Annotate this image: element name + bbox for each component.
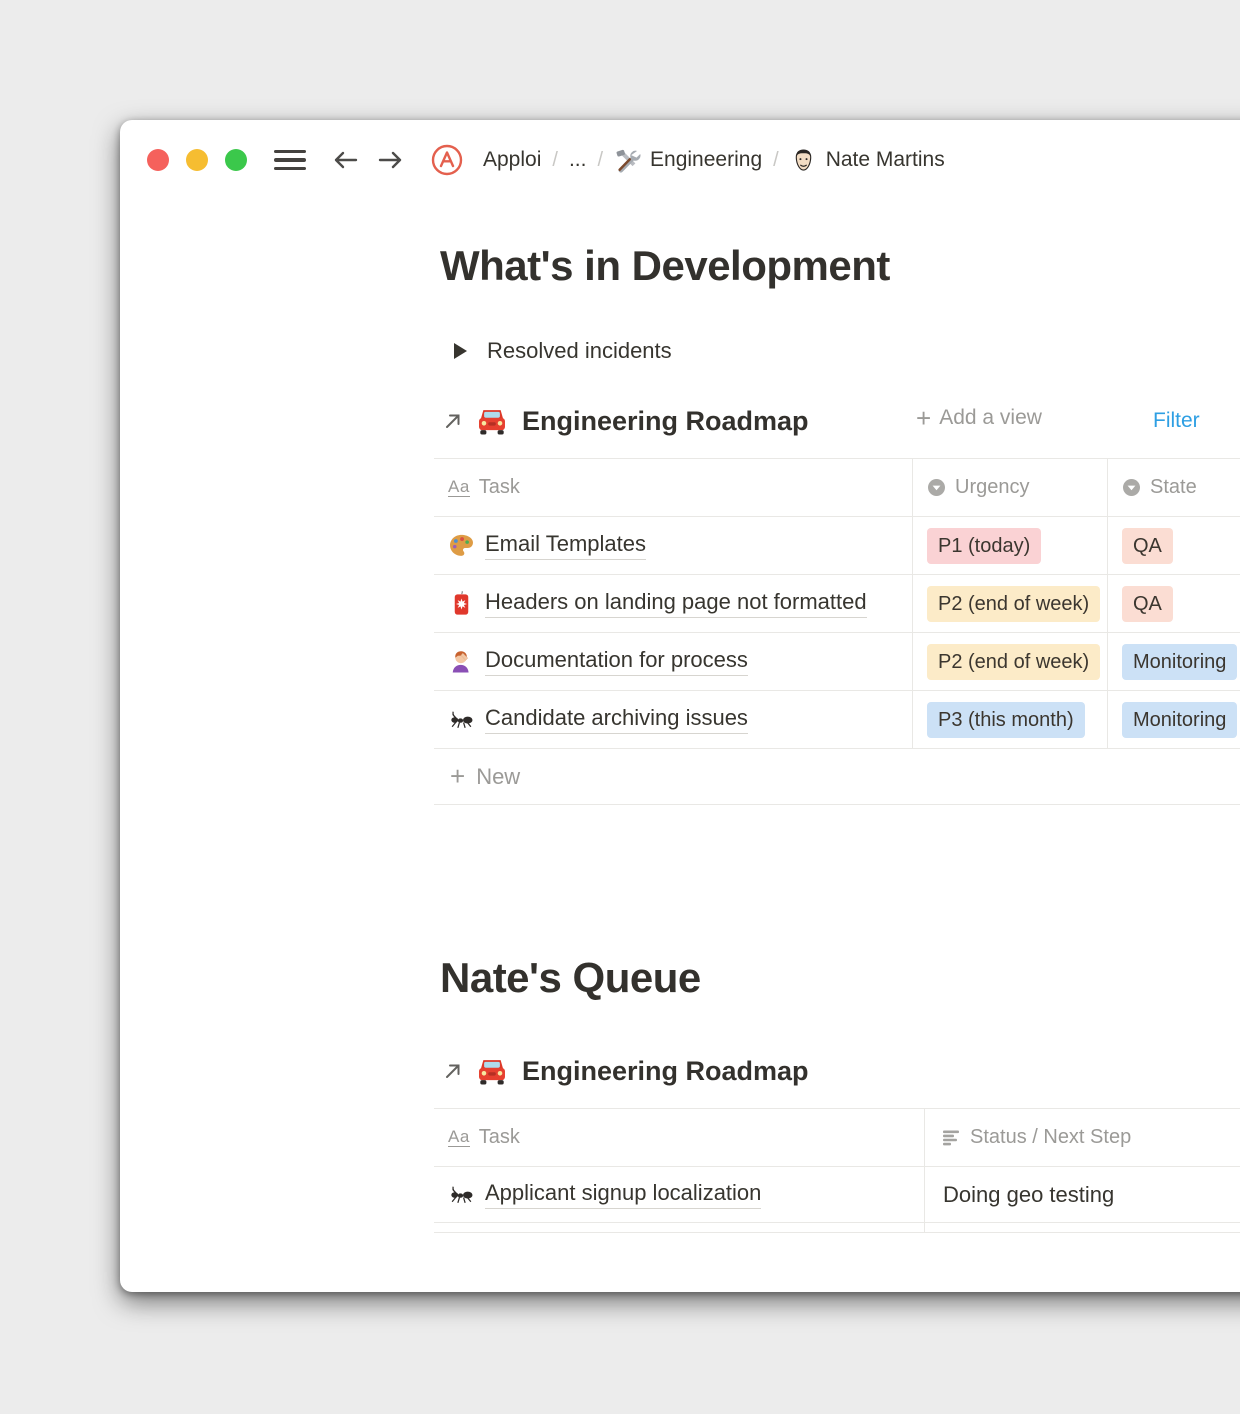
queue-table: Aa Task Status / Next Step Applicant sig…: [434, 1108, 1240, 1233]
state-cell[interactable]: Monitoring: [1108, 691, 1240, 748]
state-tag: Monitoring: [1122, 701, 1238, 738]
state-cell[interactable]: Monitoring: [1108, 633, 1240, 690]
title-property-icon: Aa: [448, 1127, 470, 1147]
ant-icon: [448, 1183, 475, 1206]
column-header-status[interactable]: Status / Next Step: [925, 1109, 1240, 1166]
plus-icon: +: [916, 403, 932, 433]
arrow-up-right-icon[interactable]: [442, 1060, 464, 1082]
car-icon: [476, 1057, 508, 1085]
text-property-icon: [943, 1130, 959, 1145]
status-cell[interactable]: Doing geo testing: [925, 1167, 1240, 1222]
task-title-link[interactable]: Documentation for process: [485, 647, 748, 676]
column-header-urgency[interactable]: Urgency: [913, 459, 1108, 516]
task-title-link[interactable]: Applicant signup localization: [485, 1180, 762, 1209]
state-tag: Monitoring: [1122, 643, 1238, 680]
state-tag: QA: [1122, 585, 1173, 622]
title-property-icon: Aa: [448, 477, 470, 497]
task-cell[interactable]: Headers on landing page not formatted: [434, 575, 913, 632]
titlebar: Apploi / ... / Engineering / Nate Martin…: [147, 142, 945, 178]
breadcrumb-separator: /: [597, 148, 604, 171]
task-cell: [434, 1223, 925, 1232]
task-cell[interactable]: Documentation for process: [434, 633, 913, 690]
select-property-icon: [1123, 479, 1140, 496]
urgency-cell[interactable]: P2 (end of week): [913, 575, 1108, 632]
collection-title[interactable]: Engineering Roadmap: [522, 1056, 809, 1087]
collection-header-roadmap: Engineering Roadmap: [442, 398, 809, 444]
person-facepalm-icon: [448, 648, 475, 675]
status-cell: [925, 1223, 1240, 1232]
table-row[interactable]: Email Templates P1 (today) QA: [434, 517, 1240, 575]
state-cell[interactable]: QA: [1108, 575, 1240, 632]
resolved-incidents-toggle[interactable]: Resolved incidents: [454, 338, 672, 364]
state-tag: QA: [1122, 527, 1173, 564]
add-a-view-button[interactable]: + Add a view: [916, 403, 1042, 433]
table-row[interactable]: Headers on landing page not formatted P2…: [434, 575, 1240, 633]
collection-title[interactable]: Engineering Roadmap: [522, 406, 809, 437]
section-title-nates-queue: Nate's Queue: [440, 954, 701, 1001]
task-title-link[interactable]: Headers on landing page not formatted: [485, 589, 867, 618]
urgency-tag: P2 (end of week): [927, 585, 1101, 622]
arrow-up-right-icon[interactable]: [442, 410, 464, 432]
close-button[interactable]: [147, 149, 169, 171]
breadcrumb-separator: /: [773, 148, 779, 171]
column-label: Task: [478, 1126, 520, 1148]
task-cell[interactable]: Email Templates: [434, 517, 913, 574]
apploi-logo-icon[interactable]: [430, 143, 464, 177]
table-header-row: Aa Task Urgency State: [434, 459, 1240, 517]
urgency-tag: P3 (this month): [927, 701, 1085, 738]
filter-button[interactable]: Filter: [1153, 409, 1200, 433]
table-row[interactable]: Candidate archiving issues P3 (this mont…: [434, 691, 1240, 749]
breadcrumb-item-engineering[interactable]: Engineering: [650, 148, 762, 172]
hammer-wrench-icon: [614, 147, 641, 174]
column-header-task[interactable]: Aa Task: [434, 459, 913, 516]
firecracker-icon: [448, 590, 475, 617]
task-title-link[interactable]: Email Templates: [485, 531, 646, 560]
plus-icon: +: [450, 761, 466, 791]
ant-icon: [448, 708, 475, 731]
new-row-label: New: [476, 763, 521, 789]
urgency-cell[interactable]: P2 (end of week): [913, 633, 1108, 690]
task-title-link[interactable]: Candidate archiving issues: [485, 705, 748, 734]
column-label: State: [1150, 476, 1197, 498]
breadcrumb-item-nate-martins[interactable]: Nate Martins: [826, 148, 945, 172]
app-window: Apploi / ... / Engineering / Nate Martin…: [120, 120, 1240, 1292]
column-header-state[interactable]: State: [1108, 459, 1240, 516]
add-a-view-label: Add a view: [939, 406, 1042, 429]
collection-header-roadmap-2: Engineering Roadmap: [442, 1048, 809, 1094]
table-header-row: Aa Task Status / Next Step: [434, 1109, 1240, 1167]
breadcrumb-collapsed[interactable]: ...: [569, 148, 587, 172]
column-header-task[interactable]: Aa Task: [434, 1109, 925, 1166]
status-value: Doing geo testing: [943, 1181, 1115, 1207]
zoom-button[interactable]: [225, 149, 247, 171]
new-row-button[interactable]: + New: [434, 749, 1240, 805]
urgency-tag: P2 (end of week): [927, 643, 1101, 680]
urgency-tag: P1 (today): [927, 527, 1042, 564]
column-label: Status / Next Step: [970, 1126, 1132, 1148]
minimize-button[interactable]: [186, 149, 208, 171]
table-row[interactable]: Applicant signup localization Doing geo …: [434, 1167, 1240, 1223]
task-cell[interactable]: Candidate archiving issues: [434, 691, 913, 748]
back-arrow-icon[interactable]: [330, 148, 360, 172]
avatar-face-icon: [790, 147, 817, 174]
column-label: Urgency: [955, 476, 1030, 498]
select-property-icon: [928, 479, 945, 496]
breadcrumb: Apploi / ... / Engineering / Nate Martin…: [483, 147, 945, 174]
urgency-cell[interactable]: P3 (this month): [913, 691, 1108, 748]
column-label: Task: [478, 476, 520, 498]
breadcrumb-separator: /: [552, 148, 558, 171]
breadcrumb-item-apploi[interactable]: Apploi: [483, 148, 541, 172]
car-icon: [476, 407, 508, 435]
page-title: What's in Development: [440, 242, 890, 289]
sidebar-menu-icon[interactable]: [274, 149, 306, 171]
toggle-label: Resolved incidents: [487, 338, 672, 363]
table-row-partial: [434, 1223, 1240, 1233]
palette-icon: [448, 532, 475, 559]
forward-arrow-icon[interactable]: [376, 148, 406, 172]
roadmap-table: Aa Task Urgency State Email Templates P1…: [434, 458, 1240, 805]
task-cell[interactable]: Applicant signup localization: [434, 1167, 925, 1222]
urgency-cell[interactable]: P1 (today): [913, 517, 1108, 574]
state-cell[interactable]: QA: [1108, 517, 1240, 574]
toggle-triangle-icon[interactable]: [454, 343, 467, 359]
table-row[interactable]: Documentation for process P2 (end of wee…: [434, 633, 1240, 691]
